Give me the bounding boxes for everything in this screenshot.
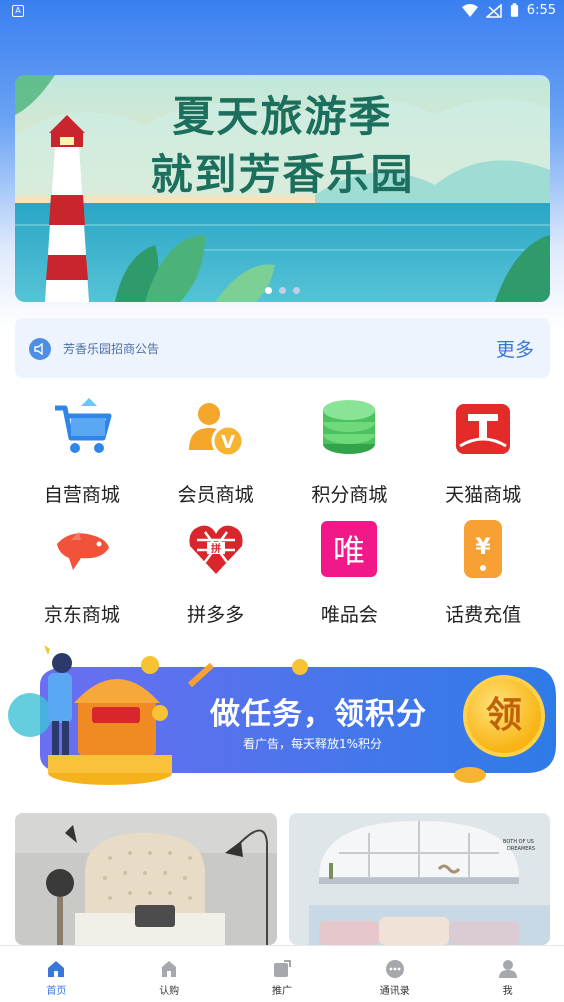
svg-text:V: V [221, 432, 235, 453]
tab-contacts[interactable]: 通讯录 [338, 946, 451, 1002]
shop-icon [162, 961, 177, 977]
notice-more-link[interactable]: 更多 [496, 335, 534, 362]
tab-label: 通讯录 [379, 986, 410, 997]
banner-carousel[interactable]: 夏天旅游季 就到芳香乐园 [15, 75, 550, 302]
grid-item-points-mall[interactable]: 积分商城 [283, 398, 417, 506]
signal-off-icon [485, 3, 502, 18]
cart-icon [51, 398, 113, 460]
tab-home[interactable]: 首页 [0, 946, 113, 1002]
bottom-tab-bar: 首页 认购 推广 通讯录 我 [0, 945, 564, 1002]
speaker-icon [29, 338, 51, 360]
product-image-bedroom: BOTH OF US DREAMERS [288, 813, 550, 945]
shortcut-grid: 自营商城 V 会员商城 积分商城 天猫商城 京东商城 拼 拼多多 唯 唯品会 ¥… [15, 398, 550, 626]
grid-label: 拼多多 [187, 604, 245, 626]
phone-recharge-icon: ¥ [452, 518, 514, 580]
jd-dog-icon [51, 518, 113, 580]
promo-subtitle: 看广告，每天释放1%积分 [243, 737, 383, 751]
svg-text:唯: 唯 [333, 532, 365, 570]
grid-label: 话费充值 [445, 604, 522, 626]
carousel-dot[interactable] [293, 287, 300, 294]
user-icon [498, 960, 517, 978]
battery-icon [510, 3, 518, 17]
grid-label: 会员商城 [177, 484, 254, 506]
banner-title-line1: 夏天旅游季 [172, 92, 393, 141]
svg-text:¥: ¥ [475, 535, 491, 560]
tab-label: 我 [502, 986, 513, 997]
claim-points-button[interactable]: 领 [463, 675, 545, 757]
grid-label: 唯品会 [320, 604, 378, 626]
grid-label: 积分商城 [311, 484, 388, 506]
grid-item-jd[interactable]: 京东商城 [15, 518, 149, 626]
svg-text:DREAMERS: DREAMERS [507, 846, 535, 852]
product-image-bed [15, 813, 277, 945]
member-icon: V [185, 398, 247, 460]
wifi-icon [461, 3, 478, 17]
tab-label: 推广 [271, 986, 292, 997]
grid-item-member-mall[interactable]: V 会员商城 [149, 398, 283, 506]
banner-title-line2: 就到芳香乐园 [150, 150, 415, 199]
tmall-icon [452, 398, 514, 460]
vip-icon: 唯 [318, 518, 380, 580]
home-icon [48, 961, 65, 977]
grid-item-self-mall[interactable]: 自营商城 [15, 398, 149, 506]
grid-item-tmall[interactable]: 天猫商城 [416, 398, 550, 506]
grid-item-pinduoduo[interactable]: 拼 拼多多 [149, 518, 283, 626]
carousel-dot[interactable] [279, 287, 286, 294]
product-list: BOTH OF US DREAMERS [15, 813, 550, 945]
notification-a-icon: A [12, 5, 24, 17]
tab-me[interactable]: 我 [451, 946, 564, 1002]
product-card[interactable] [15, 813, 277, 945]
chat-icon [385, 960, 404, 978]
tab-subscribe[interactable]: 认购 [113, 946, 226, 1002]
status-bar: A 6:55 [0, 0, 564, 24]
tab-label: 首页 [46, 986, 67, 997]
task-promo-banner[interactable]: 做任务，领积分 看广告，每天释放1%积分 领 [0, 645, 564, 795]
grid-item-phone-recharge[interactable]: ¥ 话费充值 [416, 518, 550, 626]
coin-stack-icon [318, 398, 380, 460]
grid-label: 京东商城 [43, 604, 120, 626]
notice-bar[interactable]: 芳香乐园招商公告 更多 [15, 318, 550, 378]
tab-promote[interactable]: 推广 [226, 946, 339, 1002]
promote-icon [273, 960, 291, 977]
pinduoduo-icon: 拼 [185, 518, 247, 580]
product-card[interactable]: BOTH OF US DREAMERS [288, 813, 550, 945]
promo-title: 做任务，领积分 [210, 697, 427, 732]
grid-item-vip[interactable]: 唯 唯品会 [283, 518, 417, 626]
carousel-indicator [265, 287, 300, 294]
notice-text[interactable]: 芳香乐园招商公告 [63, 340, 159, 357]
grid-label: 天猫商城 [445, 484, 522, 506]
svg-text:BOTH OF US: BOTH OF US [503, 839, 534, 845]
carousel-dot[interactable] [265, 287, 272, 294]
status-time: 6:55 [526, 3, 556, 18]
grid-label: 自营商城 [43, 484, 120, 506]
tab-label: 认购 [159, 986, 180, 997]
svg-text:拼: 拼 [211, 542, 221, 555]
